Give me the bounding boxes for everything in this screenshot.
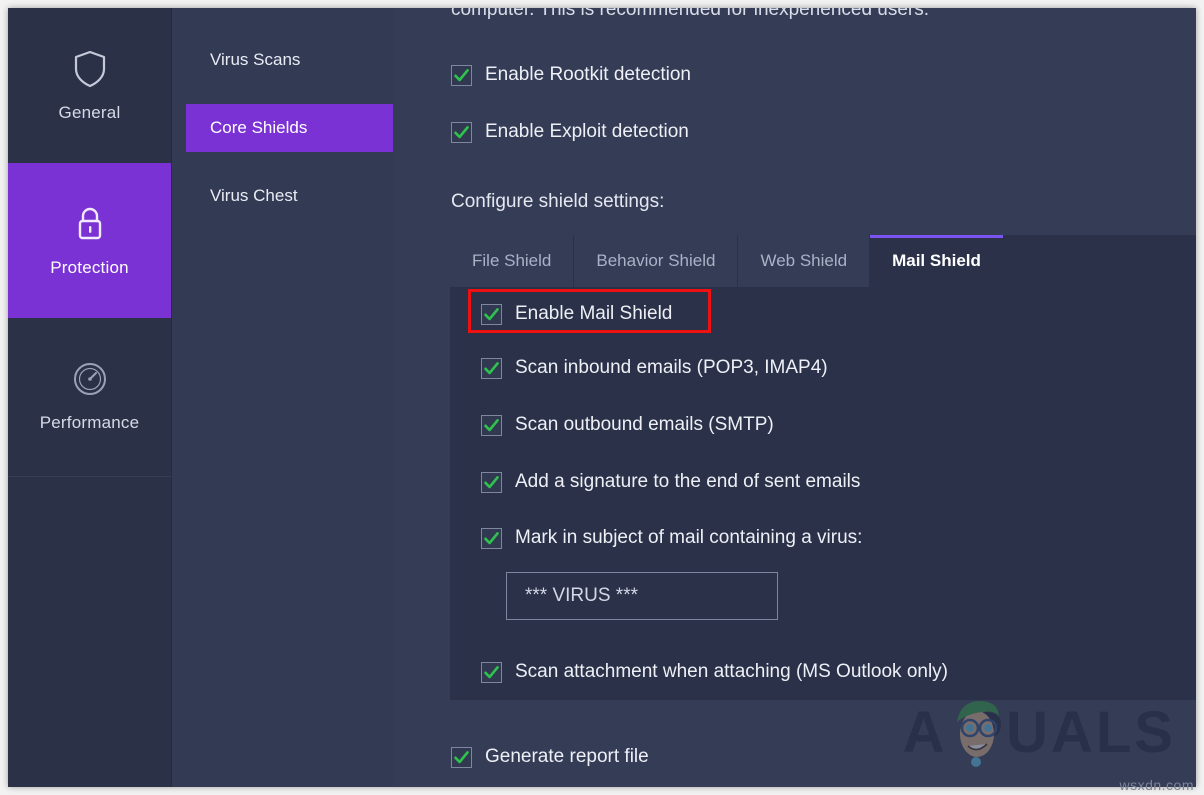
checkbox-icon[interactable]: [481, 661, 502, 683]
checkbox-generate-report-file[interactable]: Generate report file: [451, 746, 649, 768]
tab-label: Web Shield: [760, 251, 848, 270]
nav-item-virus-scans[interactable]: Virus Scans: [186, 36, 393, 84]
checkbox-icon[interactable]: [481, 471, 502, 493]
checkbox-scan-inbound-emails[interactable]: Scan inbound emails (POP3, IMAP4): [481, 357, 828, 379]
checkbox-scan-outbound-emails[interactable]: Scan outbound emails (SMTP): [481, 414, 774, 436]
nav-item-label: Virus Chest: [210, 186, 298, 205]
screenshot-root: General Protection Performance Virus Sca…: [0, 0, 1204, 795]
tab-label: Mail Shield: [892, 251, 981, 270]
checkbox-label: Generate report file: [485, 746, 649, 767]
checkbox-label: Scan outbound emails (SMTP): [515, 414, 774, 435]
checkbox-label: Scan attachment when attaching (MS Outlo…: [515, 661, 949, 682]
sidebar-item-protection[interactable]: Protection: [8, 163, 171, 318]
virus-subject-value: *** VIRUS ***: [525, 585, 638, 606]
shield-tabs: File Shield Behavior Shield Web Shield M…: [450, 235, 1003, 287]
sidebar-item-performance[interactable]: Performance: [8, 318, 171, 473]
checkbox-scan-attachment[interactable]: Scan attachment when attaching (MS Outlo…: [481, 661, 948, 683]
checkbox-label: Mark in subject of mail containing a vir…: [515, 527, 863, 548]
checkbox-icon[interactable]: [481, 414, 502, 436]
tab-label: Behavior Shield: [596, 251, 716, 270]
tab-label: File Shield: [472, 251, 552, 270]
mascot-face-icon: [950, 692, 1004, 770]
appuals-watermark-logo: A PUALS: [902, 700, 1176, 767]
sidebar-item-general[interactable]: General: [8, 8, 171, 163]
tab-mail-shield[interactable]: Mail Shield: [870, 235, 1003, 287]
intro-text: computer. This is recommended for inexpe…: [451, 8, 930, 20]
checkbox-enable-exploit-detection[interactable]: Enable Exploit detection: [451, 121, 689, 143]
speedometer-icon: [70, 359, 110, 399]
app-window: General Protection Performance Virus Sca…: [8, 8, 1196, 787]
nav-item-virus-chest[interactable]: Virus Chest: [186, 172, 393, 220]
nav-item-label: Core Shields: [210, 118, 308, 137]
sidebar-item-label: Protection: [50, 257, 129, 277]
main-content: computer. This is recommended for inexpe…: [393, 8, 1196, 787]
checkbox-add-signature[interactable]: Add a signature to the end of sent email…: [481, 471, 860, 493]
checkbox-icon[interactable]: [451, 121, 472, 143]
nav-item-core-shields[interactable]: Core Shields: [186, 104, 393, 152]
checkbox-enable-rootkit-detection[interactable]: Enable Rootkit detection: [451, 64, 691, 86]
checkbox-icon[interactable]: [481, 527, 502, 549]
tab-file-shield[interactable]: File Shield: [450, 235, 575, 287]
primary-sidebar: General Protection Performance: [8, 8, 171, 787]
virus-subject-input[interactable]: *** VIRUS ***: [506, 572, 778, 620]
sidebar-divider: [8, 476, 171, 477]
section-heading: Configure shield settings:: [451, 191, 665, 212]
checkbox-label: Enable Exploit detection: [485, 121, 689, 142]
checkbox-icon[interactable]: [481, 357, 502, 379]
checkbox-label: Scan inbound emails (POP3, IMAP4): [515, 357, 828, 378]
checkbox-label: Add a signature to the end of sent email…: [515, 471, 861, 492]
watermark-brand-text: A PUALS: [902, 700, 1176, 765]
source-credit-text: wsxdn.com: [1119, 777, 1194, 793]
secondary-nav: Virus Scans Core Shields Virus Chest: [171, 8, 393, 787]
lock-icon: [70, 204, 110, 244]
checkbox-label: Enable Mail Shield: [515, 303, 673, 324]
shield-settings-panel: File Shield Behavior Shield Web Shield M…: [450, 235, 1196, 700]
sidebar-item-label: General: [58, 102, 121, 122]
checkbox-icon[interactable]: [451, 746, 472, 768]
tab-behavior-shield[interactable]: Behavior Shield: [574, 235, 739, 287]
checkbox-label: Enable Rootkit detection: [485, 64, 691, 85]
checkbox-icon[interactable]: [451, 64, 472, 86]
sidebar-item-label: Performance: [39, 412, 140, 432]
nav-item-label: Virus Scans: [210, 50, 301, 69]
checkbox-icon[interactable]: [481, 303, 502, 325]
shield-icon: [70, 49, 110, 89]
checkbox-mark-subject[interactable]: Mark in subject of mail containing a vir…: [481, 527, 862, 549]
tab-web-shield[interactable]: Web Shield: [738, 235, 871, 287]
checkbox-enable-mail-shield[interactable]: Enable Mail Shield: [481, 303, 672, 325]
